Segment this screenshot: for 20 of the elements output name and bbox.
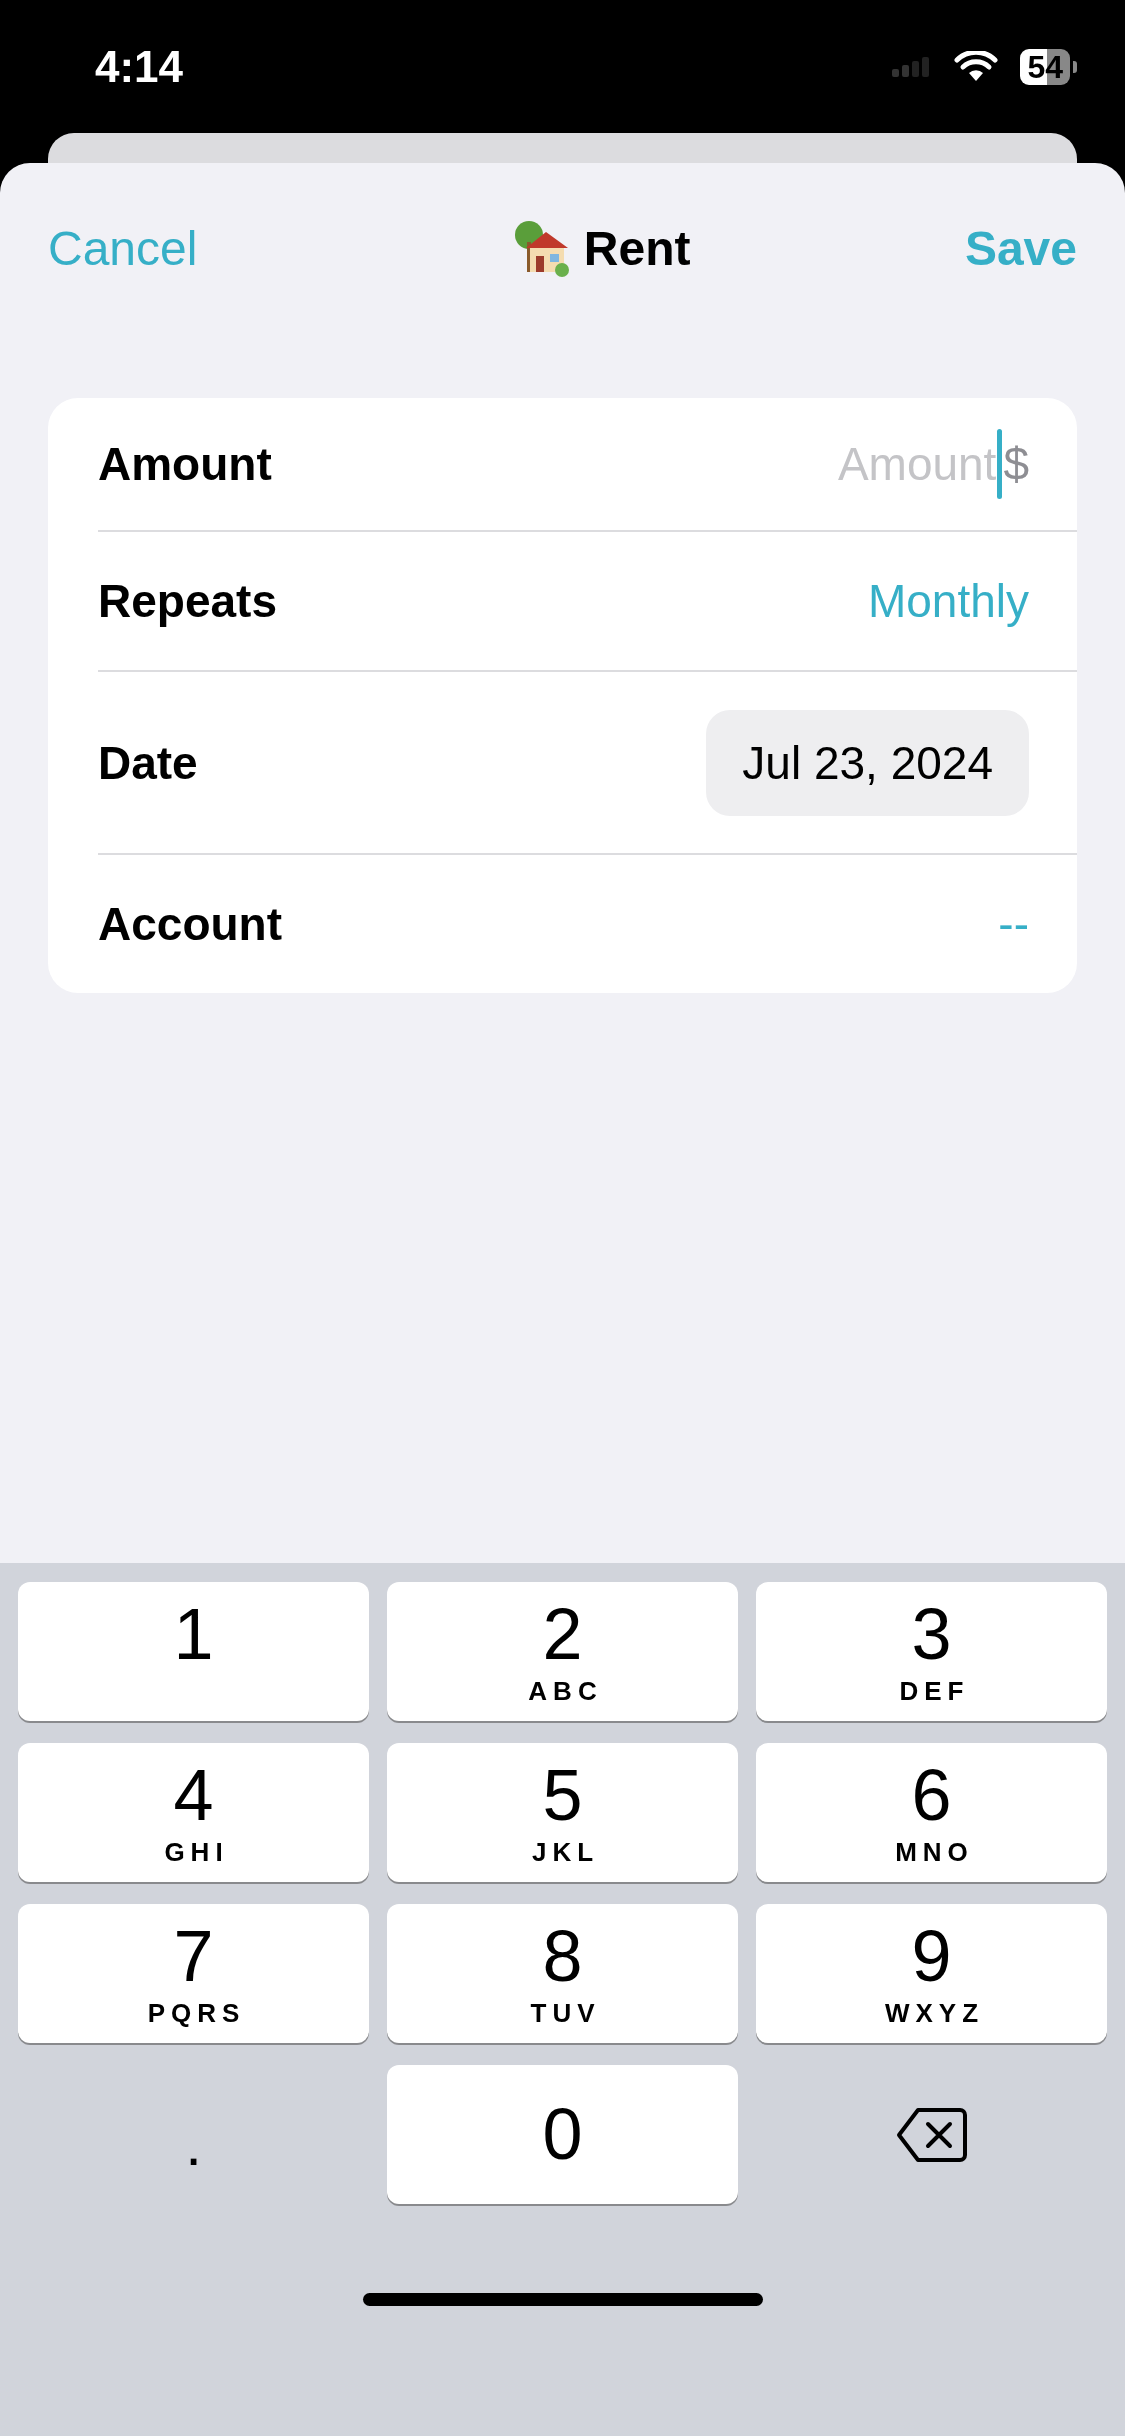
keypad-key[interactable]: 2 ABC	[387, 1582, 738, 1721]
backspace-icon[interactable]	[895, 2106, 968, 2163]
keypad-key[interactable]: 1	[18, 1582, 369, 1721]
keypad-key[interactable]: 8 TUV	[387, 1904, 738, 2043]
keypad-key[interactable]: 9 WXYZ	[756, 1904, 1107, 2043]
keypad-key[interactable]: 3 DEF	[756, 1582, 1107, 1721]
keypad-key[interactable]: 0	[387, 2065, 738, 2204]
status-time: 4:14	[95, 41, 184, 92]
keypad-key[interactable]: 4 GHI	[18, 1743, 369, 1882]
keypad-key[interactable]: 5 JKL	[387, 1743, 738, 1882]
sheet-title: Rent	[583, 220, 691, 276]
field-label: Account	[98, 897, 282, 951]
field-label: Repeats	[98, 574, 277, 628]
keypad-key[interactable]: 7 PQRS	[18, 1904, 369, 2043]
date-button[interactable]: Jul 23, 2024	[706, 709, 1029, 816]
field-label: Amount	[98, 437, 272, 491]
decimal-key[interactable]: .	[18, 2065, 369, 2204]
field-label: Date	[98, 735, 198, 790]
wifi-icon	[954, 50, 999, 83]
keypad-key[interactable]: 6 MNO	[756, 1743, 1107, 1882]
